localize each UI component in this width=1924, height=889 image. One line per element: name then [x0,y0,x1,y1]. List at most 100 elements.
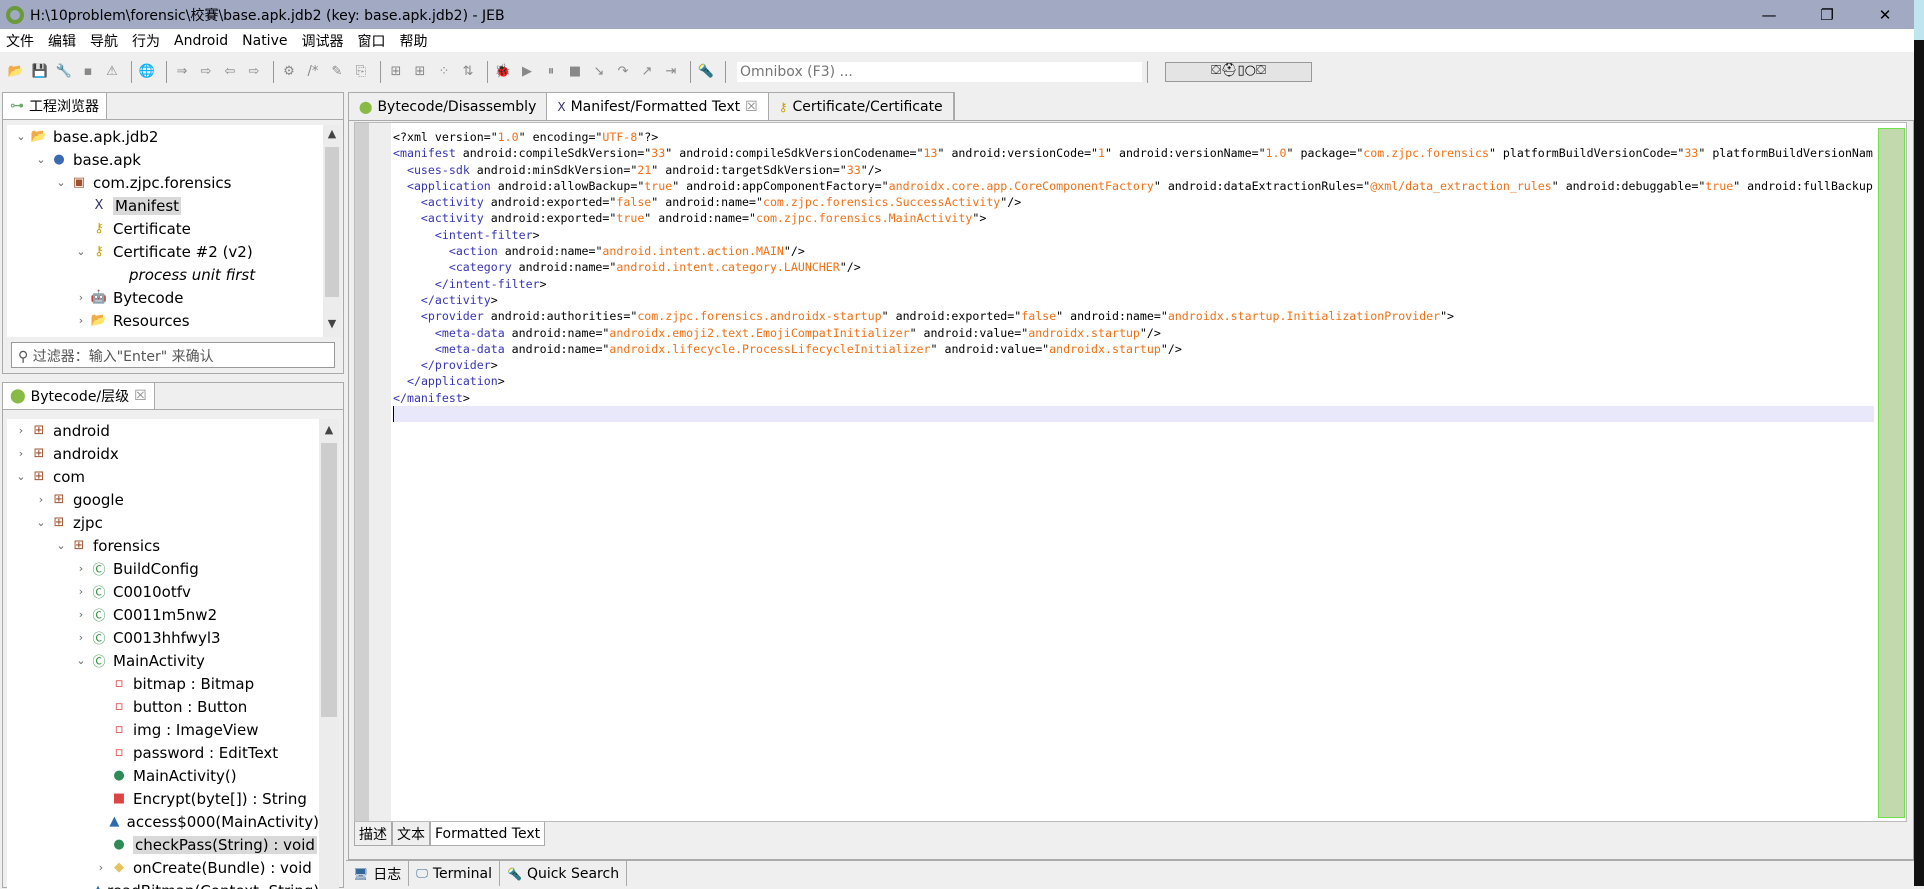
chevron-right-icon[interactable]: › [73,562,89,575]
tree-item[interactable]: ⚷Certificate [7,217,323,240]
status-tab-0[interactable]: 🖥日志 [346,861,409,886]
chevron-down-icon[interactable]: ⌄ [13,470,29,483]
menu-8[interactable]: 帮助 [399,31,427,51]
project-tree-scrollbar[interactable]: ▲▼ [323,125,341,337]
graph2-icon[interactable]: ⊞ [410,62,430,82]
step-into-icon[interactable]: ↘ [589,62,609,82]
status-tab-1[interactable]: 🖵Terminal [409,861,500,886]
tree-item[interactable]: ⌄📂base.apk.jdb2 [7,125,323,148]
chevron-down-icon[interactable]: ⌄ [33,516,49,529]
chevron-right-icon[interactable]: › [73,631,89,644]
tree-item[interactable]: ⌄⚷Certificate #2 (v2) [7,240,323,263]
tree-item[interactable]: ›📂Resources [7,309,323,332]
chevron-right-icon[interactable]: › [13,424,29,437]
tree-item[interactable]: ›◆onCreate(Bundle) : void [7,856,319,879]
graph1-icon[interactable]: ⊞ [386,62,406,82]
run-icon[interactable]: ▶ [517,62,537,82]
forward-icon[interactable]: ⇨ [244,62,264,82]
tab-bytecode-disassembly[interactable]: ⬤Bytecode/Disassembly [349,93,547,121]
close-tab-icon[interactable]: ☒ [134,388,147,404]
tree-item[interactable]: ›ⒸBuildConfig [7,557,319,580]
chevron-down-icon[interactable]: ⌄ [73,654,89,667]
tree-item[interactable]: ▫bitmap : Bitmap [7,672,319,695]
stop-icon[interactable]: ■ [565,62,585,82]
wrench-icon[interactable]: 🔧 [54,62,74,82]
tree-item[interactable]: ▫img : ImageView [7,718,319,741]
tree-item[interactable]: ▲readBitmap(Context, String) [7,879,319,889]
menu-1[interactable]: 编辑 [48,31,76,51]
chevron-right-icon[interactable]: › [73,608,89,621]
save-icon[interactable]: 💾 [30,62,50,82]
chevron-down-icon[interactable]: ⌄ [13,130,29,143]
chevron-right-icon[interactable]: › [73,314,89,327]
warning-icon[interactable]: ⚠ [102,62,122,82]
pause-icon[interactable]: ⏸ [541,62,561,82]
tab-bytecode-hierarchy[interactable]: ⬤Bytecode/层级☒ [3,383,155,409]
graph4-icon[interactable]: ⇅ [458,62,478,82]
tree-item[interactable]: ›⊞androidx [7,442,319,465]
chevron-down-icon[interactable]: ⌄ [73,245,89,258]
tree-item[interactable]: ›ⒸC0010otfv [7,580,319,603]
comment-icon[interactable]: /* [303,62,323,82]
tree-item[interactable]: ⌄⊞forensics [7,534,319,557]
hierarchy-scrollbar[interactable]: ▲ [319,419,339,889]
tree-item[interactable]: XManifest [7,194,323,217]
tree-item[interactable]: ●checkPass(String) : void [7,833,319,856]
tab-manifest-formatted-text[interactable]: XManifest/Formatted Text☒ [547,93,768,121]
chevron-right-icon[interactable]: › [73,585,89,598]
subtab-0[interactable]: 描述 [354,822,392,846]
tree-item[interactable]: ⌄ⒸMainActivity [7,649,319,672]
tree-item[interactable]: ›ⒸC0011m5nw2 [7,603,319,626]
open-folder-icon[interactable]: 📂 [6,62,26,82]
back-icon[interactable]: ⇦ [220,62,240,82]
tree-item[interactable]: ⌄▣com.zjpc.forensics [7,171,323,194]
step-over-icon[interactable]: ↷ [613,62,633,82]
edit-icon[interactable]: ✎ [327,62,347,82]
filter-input[interactable]: ⚲ 过滤器：输入"Enter" 来确认 [11,342,335,368]
overview-ruler[interactable] [1878,128,1905,818]
perspective-switcher[interactable]: ⛋⛑▯○⛋ [1165,62,1312,82]
menu-5[interactable]: Native [242,33,287,49]
tab-certificate-certificate[interactable]: ⚷Certificate/Certificate [769,93,954,121]
menu-3[interactable]: 行为 [132,31,160,51]
status-tab-2[interactable]: 🔦Quick Search [500,861,627,886]
graph3-icon[interactable]: ⁘ [434,62,454,82]
close-tab-icon[interactable]: ☒ [745,99,758,115]
chevron-down-icon[interactable]: ⌄ [53,176,69,189]
menu-4[interactable]: Android [174,33,228,49]
tree-item[interactable]: ›⊞google [7,488,319,511]
tree-item[interactable]: process unit first [7,263,323,286]
chevron-right-icon[interactable]: › [93,861,109,874]
tree-item[interactable]: ›ⒸC0013hhfwyl3 [7,626,319,649]
tree-item[interactable]: ⌄⊞com [7,465,319,488]
minimize-button[interactable]: — [1740,0,1798,29]
run-to-icon[interactable]: ⇥ [661,62,681,82]
chevron-down-icon[interactable]: ⌄ [33,153,49,166]
chevron-right-icon[interactable]: › [73,291,89,304]
code-view[interactable]: <?xml version="1.0" encoding="UTF-8"?><m… [393,129,1874,422]
menu-2[interactable]: 导航 [90,31,118,51]
tree-item[interactable]: ⌄●base.apk [7,148,323,171]
tree-item[interactable]: ●MainActivity() [7,764,319,787]
convert-icon[interactable]: ⎘ [351,62,371,82]
subtab-2[interactable]: Formatted Text [430,822,545,846]
tree-item[interactable]: ›⊞android [7,419,319,442]
tree-item[interactable]: ▲access$000(MainActivity) [7,810,319,833]
close-button[interactable]: ✕ [1856,0,1914,29]
globe-icon[interactable]: 🌐 [137,62,157,82]
step-out-icon[interactable]: ↗ [637,62,657,82]
tree-item[interactable]: ▫password : EditText [7,741,319,764]
import-icon[interactable]: ⇒ [172,62,192,82]
menu-6[interactable]: 调试器 [301,31,343,51]
chevron-right-icon[interactable]: › [33,493,49,506]
search-tool-icon[interactable]: 🔦 [696,62,716,82]
tab-project-explorer[interactable]: ⊶工程浏览器 [3,93,107,119]
debug-icon[interactable]: 🐞 [493,62,513,82]
restore-button[interactable]: ❐ [1798,0,1856,29]
tree-item[interactable]: ›🤖Bytecode [7,286,323,309]
omnibox-input[interactable] [737,62,1142,82]
menu-0[interactable]: 文件 [6,31,34,51]
chevron-down-icon[interactable]: ⌄ [53,539,69,552]
refactor-icon[interactable]: ⚙ [279,62,299,82]
subtab-1[interactable]: 文本 [392,822,430,846]
